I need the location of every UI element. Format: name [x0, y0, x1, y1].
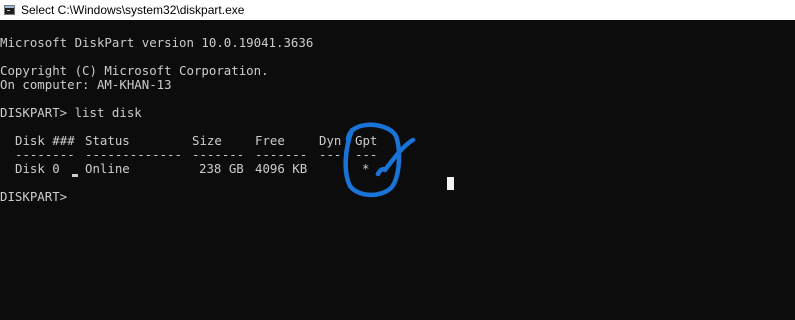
mouse-ibeam-cursor [447, 177, 454, 190]
row-gpt: * [362, 161, 370, 176]
computer-line: On computer: AM-KHAN-13 [0, 77, 172, 92]
header-disk: Disk ### [15, 133, 75, 148]
separator-gpt: --- [355, 147, 378, 162]
text-cursor [72, 174, 78, 177]
console-app-icon [4, 5, 15, 15]
window-title: Select C:\Windows\system32\diskpart.exe [21, 3, 245, 17]
header-size: Size [192, 133, 222, 148]
row-disk: Disk 0 [15, 161, 60, 176]
separator-free: ------- [255, 147, 308, 162]
title-bar[interactable]: Select C:\Windows\system32\diskpart.exe [0, 0, 795, 20]
header-gpt: Gpt [355, 133, 378, 148]
row-free: 4096 KB [255, 161, 308, 176]
console-output[interactable]: Microsoft DiskPart version 10.0.19041.36… [0, 27, 795, 320]
command-line: DISKPART> list disk [0, 105, 142, 120]
row-size: 238 GB [199, 161, 244, 176]
header-status: Status [85, 133, 130, 148]
row-status: Online [85, 161, 130, 176]
copyright-line: Copyright (C) Microsoft Corporation. [0, 63, 269, 78]
separator-dyn: --- [319, 147, 342, 162]
separator-disk: -------- [15, 147, 75, 162]
separator-size: ------- [192, 147, 245, 162]
header-dyn: Dyn [319, 133, 342, 148]
separator-status: ------------- [85, 147, 182, 162]
header-free: Free [255, 133, 285, 148]
current-prompt: DISKPART> [0, 189, 75, 204]
diskpart-window: Select C:\Windows\system32\diskpart.exe … [0, 0, 795, 320]
version-line: Microsoft DiskPart version 10.0.19041.36… [0, 35, 314, 50]
